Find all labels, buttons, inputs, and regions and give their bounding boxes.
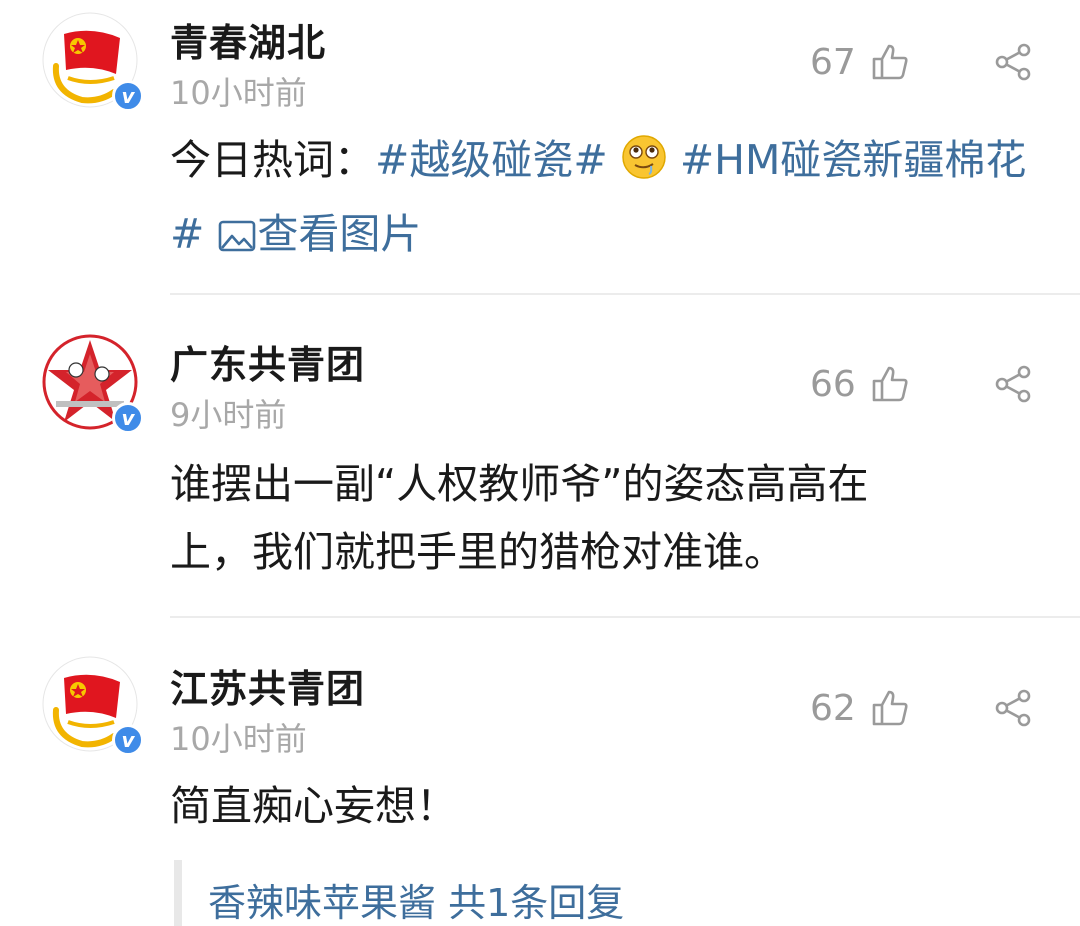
- verified-badge-icon: v: [112, 724, 144, 756]
- share-icon: [995, 43, 1031, 81]
- share-button[interactable]: [994, 364, 1034, 404]
- drooling-face-emoji-icon: [621, 132, 667, 200]
- like-button[interactable]: 67: [810, 40, 910, 84]
- thumbs-up-icon: [872, 366, 908, 402]
- share-button[interactable]: [994, 42, 1034, 82]
- comment-text: 谁摆出一副“人权教师爷”的姿态高高在 上，我们就把手里的猎枪对准谁。: [170, 450, 1040, 586]
- author-name[interactable]: 青春湖北: [170, 12, 326, 67]
- comment-feed: v 青春湖北 10小时前 67 今日热词：#越级碰瓷# #HM碰瓷新疆棉花# 查…: [0, 0, 1080, 926]
- author-name[interactable]: 江苏共青团: [170, 658, 365, 713]
- share-icon: [995, 689, 1031, 727]
- view-replies-link[interactable]: 香辣味苹果酱 共1条回复: [208, 872, 624, 926]
- verified-badge-icon: v: [112, 80, 144, 112]
- share-button[interactable]: [994, 688, 1034, 728]
- timestamp: 9小时前: [170, 396, 287, 434]
- comment-text: 简直痴心妄想！: [170, 782, 457, 830]
- avatar[interactable]: v: [42, 334, 144, 434]
- like-button[interactable]: 62: [810, 686, 910, 730]
- like-count: 66: [810, 363, 856, 405]
- avatar[interactable]: v: [42, 656, 144, 756]
- avatar[interactable]: v: [42, 12, 144, 112]
- timestamp: 10小时前: [170, 720, 307, 758]
- comment-text-line: 谁摆出一副“人权教师爷”的姿态高高在: [170, 460, 869, 508]
- hashtag-link[interactable]: #越级碰瓷#: [375, 136, 608, 184]
- divider: [170, 616, 1080, 618]
- verified-badge-icon: v: [112, 402, 144, 434]
- image-icon: [217, 206, 257, 274]
- comment-text-line: 上，我们就把手里的猎枪对准谁。: [170, 528, 785, 576]
- author-name[interactable]: 广东共青团: [170, 334, 365, 389]
- comment-text: 今日热词：#越级碰瓷# #HM碰瓷新疆棉花# 查看图片: [170, 126, 1040, 274]
- divider: [170, 293, 1080, 295]
- timestamp: 10小时前: [170, 74, 307, 112]
- share-icon: [995, 365, 1031, 403]
- like-count: 67: [810, 41, 856, 83]
- reply-thread-bar: [174, 860, 182, 926]
- view-image-link[interactable]: 查看图片: [217, 210, 421, 258]
- thumbs-up-icon: [872, 690, 908, 726]
- like-button[interactable]: 66: [810, 362, 910, 406]
- text-prefix: 今日热词：: [170, 136, 375, 184]
- thumbs-up-icon: [872, 44, 908, 80]
- view-image-label: 查看图片: [257, 210, 422, 258]
- like-count: 62: [810, 687, 856, 729]
